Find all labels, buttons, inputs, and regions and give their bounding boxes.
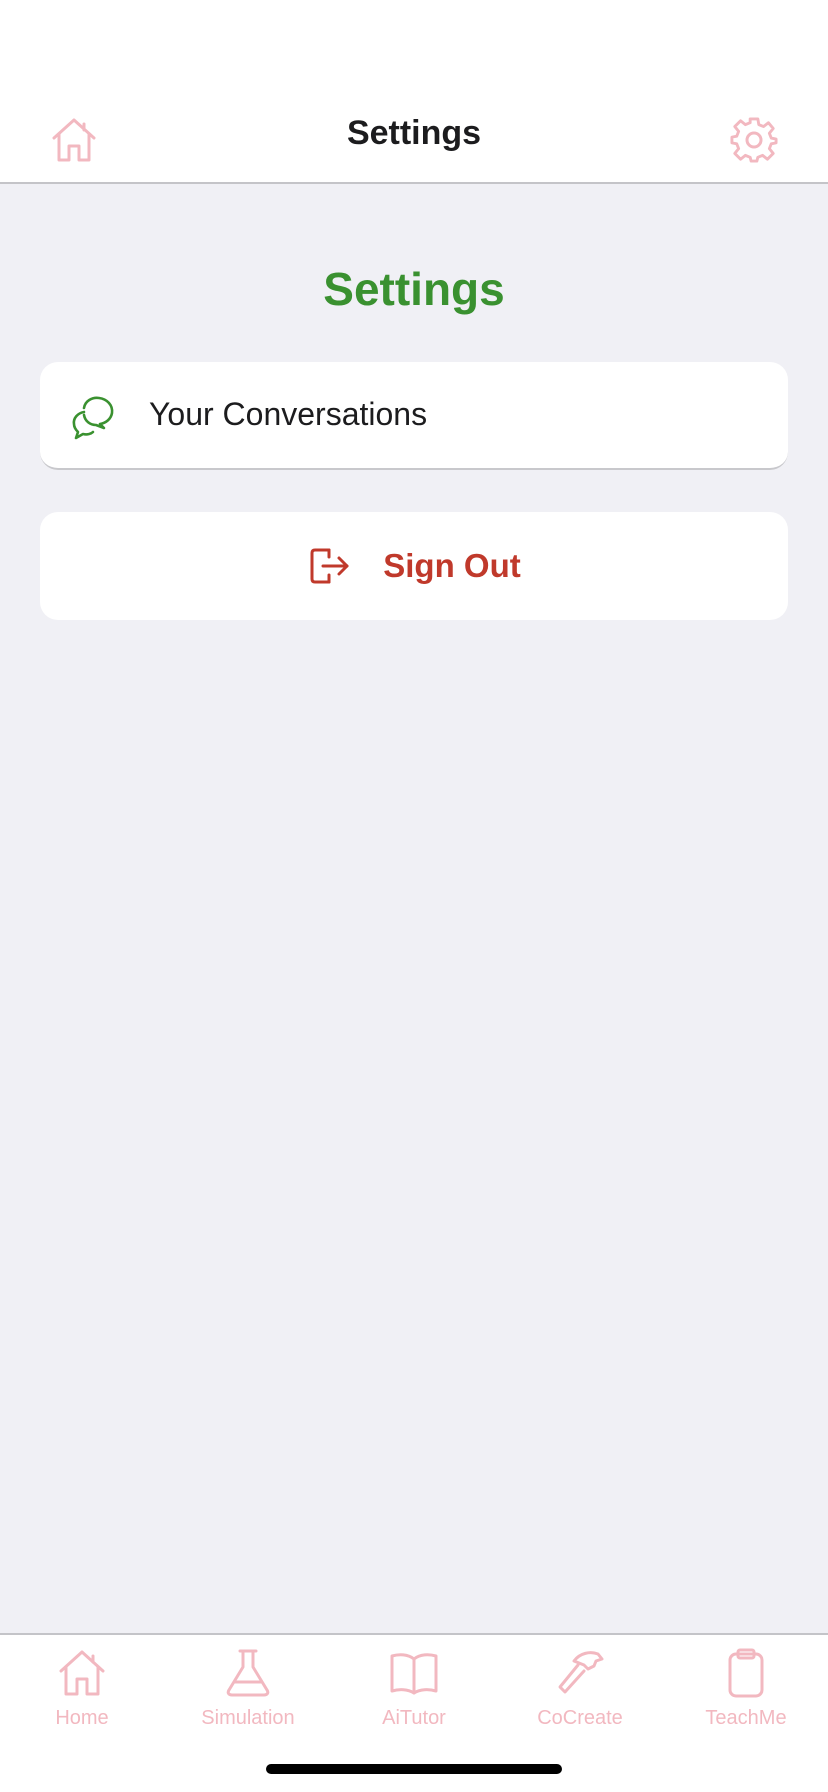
home-indicator (266, 1764, 562, 1774)
tab-simulation[interactable]: Simulation (173, 1647, 323, 1730)
clipboard-icon (728, 1648, 764, 1698)
tab-aitutor[interactable]: AiTutor (339, 1647, 489, 1730)
tab-teachme[interactable]: TeachMe (671, 1647, 821, 1730)
tab-label: Simulation (201, 1707, 295, 1729)
hammer-icon (558, 1651, 604, 1694)
sign-out-label: Sign Out (383, 547, 521, 584)
tab-label: TeachMe (705, 1707, 787, 1729)
book-icon (390, 1653, 438, 1695)
your-conversations-button[interactable]: Your Conversations (40, 362, 788, 470)
navigation-bar: Settings (0, 92, 828, 184)
gear-icon[interactable] (730, 116, 778, 164)
tab-label: AiTutor (382, 1707, 446, 1729)
your-conversations-label: Your Conversations (149, 396, 428, 432)
sign-out-button[interactable]: Sign Out (40, 512, 788, 620)
tab-cocreate[interactable]: CoCreate (505, 1647, 655, 1730)
nav-title: Settings (346, 114, 482, 152)
tab-home[interactable]: Home (7, 1647, 157, 1730)
chat-bubbles-icon (70, 394, 116, 440)
page-heading: Settings (323, 263, 505, 315)
logout-icon (307, 544, 351, 588)
flask-icon (226, 1649, 270, 1697)
tab-label: Home (55, 1707, 109, 1729)
home-icon (59, 1650, 105, 1696)
status-bar-area (0, 0, 828, 92)
tab-label: CoCreate (537, 1707, 623, 1729)
